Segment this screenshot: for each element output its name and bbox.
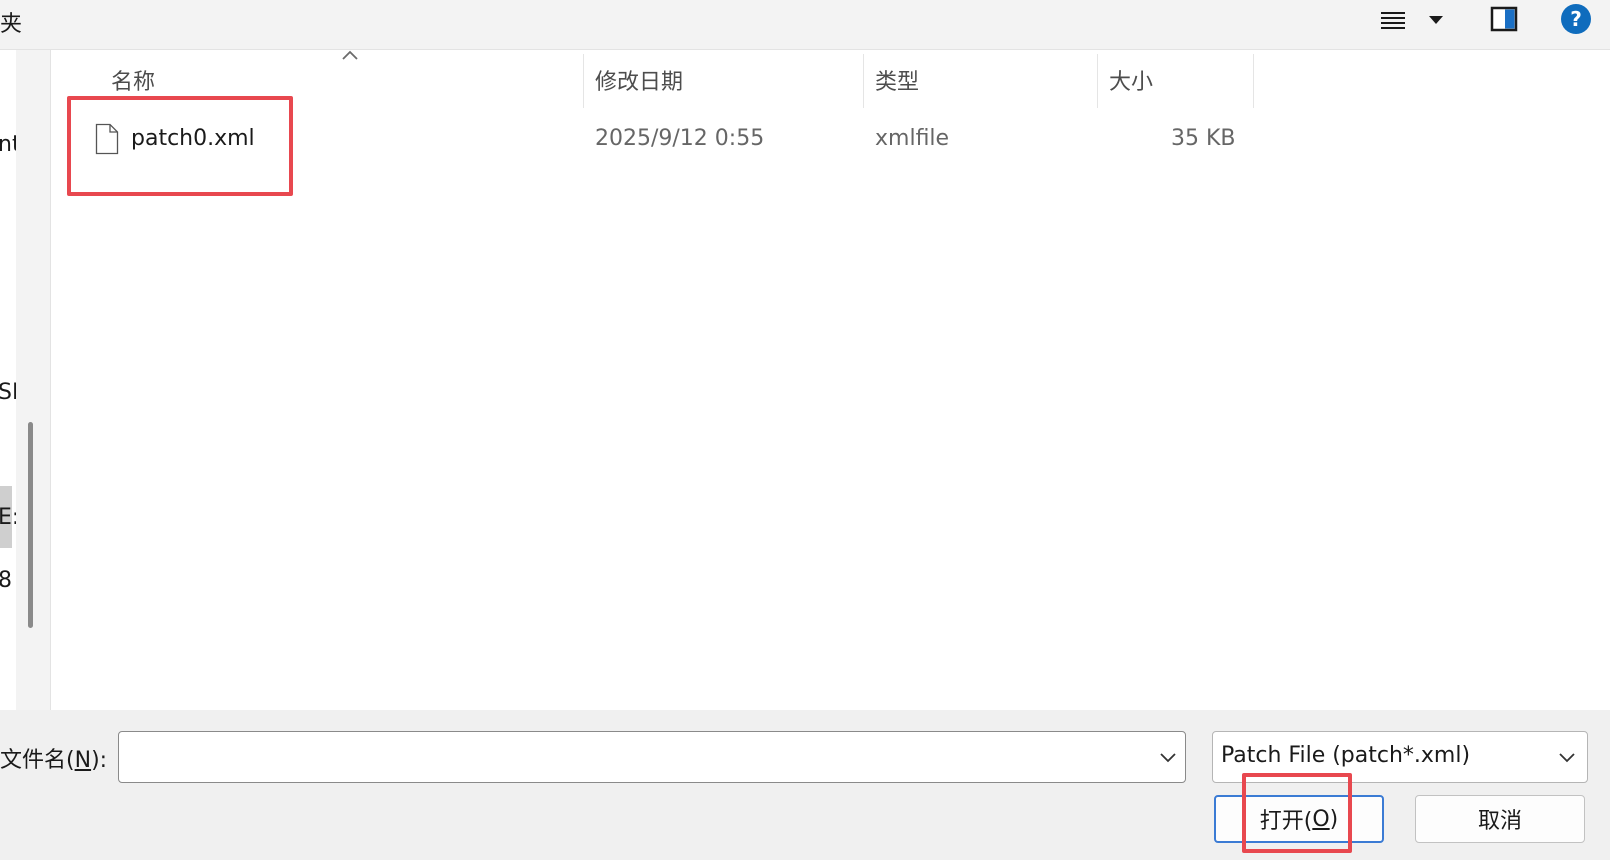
column-divider[interactable] xyxy=(1253,54,1254,108)
preview-pane-icon[interactable] xyxy=(1490,6,1518,32)
filetype-value: Patch File (patch*.xml) xyxy=(1221,743,1471,768)
column-header-size[interactable]: 大小 xyxy=(1109,64,1153,96)
chevron-down-icon[interactable] xyxy=(1428,14,1444,26)
highlight-box xyxy=(1242,773,1352,853)
highlight-box xyxy=(67,96,293,196)
breadcrumb-fragment: 夹 xyxy=(0,12,23,37)
toolbar: 夹 ? xyxy=(0,0,1610,50)
column-header-date[interactable]: 修改日期 xyxy=(595,64,683,96)
filename-input[interactable] xyxy=(118,731,1186,783)
file-type: xmlfile xyxy=(875,126,950,151)
nav-item-fragment[interactable]: 8 xyxy=(0,568,12,593)
nav-item-fragment[interactable]: E: xyxy=(0,505,16,530)
view-menu-icon[interactable] xyxy=(1380,8,1406,32)
cancel-button[interactable]: 取消 xyxy=(1415,795,1585,843)
navigation-pane[interactable]: nt SD E: 8 xyxy=(0,50,16,710)
help-icon[interactable]: ? xyxy=(1560,3,1592,35)
column-divider[interactable] xyxy=(583,54,584,108)
pane-splitter[interactable] xyxy=(16,50,50,710)
chevron-down-icon[interactable] xyxy=(1557,749,1577,765)
chevron-down-icon[interactable] xyxy=(1158,749,1178,765)
column-divider[interactable] xyxy=(863,54,864,108)
file-list[interactable]: 名称 修改日期 类型 大小 patch0.xml 2025/9/12 0:55 … xyxy=(50,50,1610,710)
svg-text:?: ? xyxy=(1570,7,1582,31)
column-header-name[interactable]: 名称 xyxy=(111,64,155,96)
nav-item-fragment[interactable]: nt xyxy=(0,132,16,157)
nav-item-fragment[interactable]: SD xyxy=(0,380,16,405)
filename-label: 文件名(N): xyxy=(0,748,108,773)
column-divider[interactable] xyxy=(1097,54,1098,108)
column-header-type[interactable]: 类型 xyxy=(875,64,919,96)
file-modified-date: 2025/9/12 0:55 xyxy=(595,126,765,151)
nav-scrollbar[interactable] xyxy=(28,422,33,628)
file-size: 35 KB xyxy=(1171,126,1236,151)
sort-ascending-icon xyxy=(342,50,358,60)
